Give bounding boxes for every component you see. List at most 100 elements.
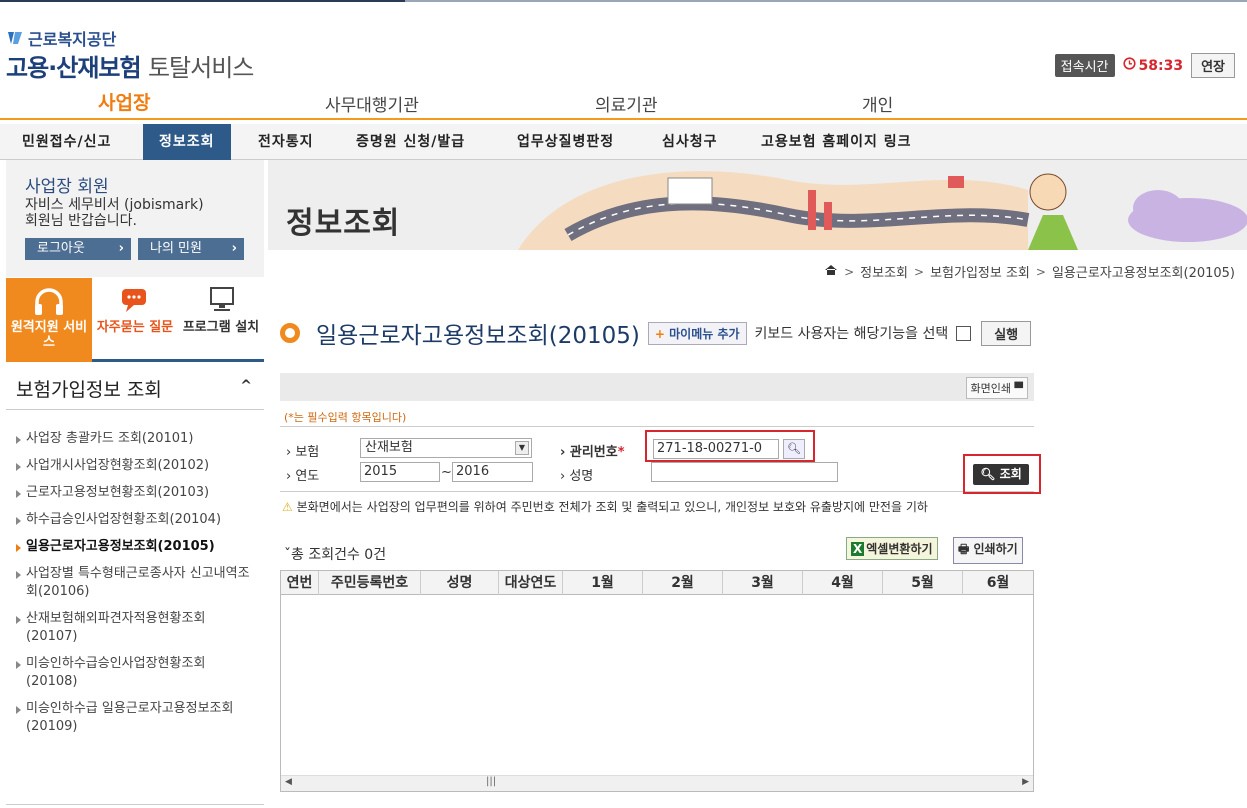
- breadcrumb-item-3: 일용근로자고용정보조회(20105): [1051, 266, 1235, 281]
- extend-button[interactable]: 연장: [1191, 53, 1235, 78]
- nav-review-request[interactable]: 심사청구: [662, 124, 718, 160]
- remote-support-label: 원격지원 서비스: [10, 320, 88, 350]
- computer-icon: [208, 286, 236, 318]
- scroll-right-icon[interactable]: ▶: [1022, 777, 1029, 787]
- year-to-input[interactable]: 2016: [452, 462, 533, 482]
- mgmt-label-text: 관리번호: [569, 445, 618, 460]
- plus-icon: +: [654, 326, 665, 341]
- service-title[interactable]: 고용·산재보험 토탈서비스: [6, 48, 254, 83]
- col-header-mar: 3월: [723, 571, 803, 595]
- sidebar-item-20105[interactable]: 일용근로자고용정보조회(20105): [16, 538, 256, 556]
- keyboard-checkbox[interactable]: [956, 325, 972, 341]
- col-header-jan: 1월: [563, 571, 643, 595]
- excel-export-label: 엑셀변환하기: [866, 542, 933, 556]
- breadcrumb: > 정보조회 > 보험가입정보 조회 > 일용근로자고용정보조회(20105): [824, 262, 1235, 281]
- main-nav: 민원접수/신고 정보조회 전자통지 증명원 신청/발급 업무상질병판정 심사청구…: [0, 124, 1247, 160]
- col-header-apr: 4월: [803, 571, 883, 595]
- col-header-feb: 2월: [643, 571, 723, 595]
- sidebar-item-20108[interactable]: 미승인하수급승인사업장현황조회(20108): [16, 655, 256, 691]
- print-label: 인쇄하기: [973, 542, 1018, 556]
- nav-civil-petition[interactable]: 민원접수/신고: [22, 124, 111, 160]
- sidebar-item-20106[interactable]: 사업장별 특수형태근로종사자 신고내역조회(20106): [16, 565, 256, 601]
- insurance-select-value: 산재보험: [365, 440, 413, 455]
- year-label-text: 연도: [295, 469, 320, 484]
- user-type-tabs: 사업장 사무대행기관 의료기관 개인: [0, 88, 1247, 120]
- nav-e-notice[interactable]: 전자통지: [258, 124, 314, 160]
- sidebar-section-header[interactable]: 보험가입정보 조회 ^: [6, 362, 264, 410]
- col-header-jun: 6월: [986, 575, 1010, 591]
- sidebar-divider: [6, 804, 264, 805]
- nav-occupational-disease[interactable]: 업무상질병판정: [517, 124, 614, 160]
- tab-agency[interactable]: 사무대행기관: [325, 91, 419, 116]
- program-install-label: 프로그램 설치: [182, 320, 260, 335]
- tab-personal[interactable]: 개인: [862, 91, 893, 116]
- logout-button[interactable]: 로그아웃 ›: [25, 238, 131, 260]
- breadcrumb-item-1[interactable]: 정보조회: [860, 262, 908, 281]
- nav-employment-link[interactable]: 고용보험 홈페이지 링크: [761, 124, 912, 160]
- col-header-name: 성명: [421, 571, 499, 595]
- faq-label: 자주묻는 질문: [96, 320, 174, 335]
- breadcrumb-item-2[interactable]: 보험가입정보 조회: [930, 262, 1030, 281]
- my-minwon-button[interactable]: 나의 민원 ›: [138, 238, 244, 260]
- nav-info-inquiry[interactable]: 정보조회: [143, 124, 231, 160]
- insurance-label-text: 보험: [295, 445, 320, 460]
- remote-support-button[interactable]: 원격지원 서비스: [6, 278, 92, 362]
- scroll-thumb[interactable]: |||: [486, 776, 496, 787]
- comwel-logo-icon: [6, 29, 24, 47]
- member-welcome: 회원님 반갑습니다.: [25, 213, 137, 229]
- dropdown-arrow-icon[interactable]: ▼: [515, 441, 529, 455]
- magnifier-icon: 🔍︎: [787, 442, 801, 455]
- print-button[interactable]: 🖶 인쇄하기: [953, 537, 1023, 564]
- sidebar-item-20107[interactable]: 산재보험해외파견자적용현황조회(20107): [16, 610, 256, 646]
- logout-label: 로그아웃: [37, 241, 85, 256]
- privacy-warning-text: 본화면에서는 사업장의 업무편의를 위하여 주민번호 전체가 조회 및 출력되고…: [296, 500, 928, 514]
- clock-icon: [1122, 57, 1136, 74]
- result-grid: 연번 주민등록번호 성명 대상연도 1월 2월 3월 4월 5월 6월 ◀ ||…: [280, 570, 1034, 792]
- mgmt-label: › 관리번호*: [560, 445, 625, 460]
- panel-toolbar: 화면인쇄 ▀: [280, 373, 1034, 401]
- session-label: 접속시간: [1054, 54, 1115, 77]
- horizontal-scrollbar[interactable]: ◀ ||| ▶: [281, 775, 1033, 791]
- keyboard-text: 키보드 사용자는 해당기능을 선택: [754, 326, 949, 342]
- sidebar-item-20101[interactable]: 사업장 총괄카드 조회(20101): [16, 430, 256, 448]
- chevron-up-icon: ^: [240, 378, 252, 394]
- sidebar-item-20104[interactable]: 하수급승인사업장현황조회(20104): [16, 511, 256, 529]
- run-button[interactable]: 실행: [981, 320, 1032, 346]
- program-install-button[interactable]: 프로그램 설치: [178, 278, 264, 362]
- mgmt-number-input[interactable]: 271-18-00271-0: [653, 439, 779, 459]
- sidebar-item-20109[interactable]: 미승인하수급 일용근로자고용정보조회(20109): [16, 700, 256, 736]
- insurance-select[interactable]: 산재보험 ▼: [360, 438, 532, 458]
- year-label: › 연도: [286, 469, 320, 484]
- title-bullet-icon: [280, 323, 300, 343]
- session-area: 접속시간 58:33 연장: [1054, 53, 1235, 78]
- my-minwon-label: 나의 민원: [150, 241, 202, 256]
- tab-medical[interactable]: 의료기관: [595, 91, 658, 116]
- print-screen-label: 화면인쇄: [970, 382, 1012, 395]
- service-main: 고용·산재보험: [6, 54, 142, 82]
- search-button[interactable]: 🔍︎ 조회: [973, 464, 1029, 485]
- sidebar-item-20102[interactable]: 사업개시사업장현황조회(20102): [16, 457, 256, 475]
- home-icon[interactable]: [824, 264, 838, 280]
- year-from-input[interactable]: 2015: [360, 462, 440, 482]
- print-screen-button[interactable]: 화면인쇄 ▀: [965, 377, 1028, 399]
- org-logo[interactable]: 근로복지공단: [6, 26, 116, 50]
- name-label: › 성명: [560, 469, 594, 484]
- tab-business[interactable]: 사업장: [98, 88, 150, 115]
- insurance-label: › 보험: [286, 445, 320, 460]
- privacy-warning: ⚠ 본화면에서는 사업장의 업무편의를 위하여 주민번호 전체가 조회 및 출력…: [282, 498, 1034, 515]
- magnifier-icon: 🔍︎: [980, 467, 996, 481]
- add-mymenu-button[interactable]: + 마이메뉴 추가: [647, 321, 747, 345]
- nav-certificate[interactable]: 증명원 신청/발급: [356, 124, 465, 160]
- mgmt-search-button[interactable]: 🔍︎: [783, 439, 805, 459]
- timer-value: 58:33: [1138, 57, 1184, 74]
- excel-export-button[interactable]: X 엑셀변환하기: [846, 537, 938, 560]
- sidebar-item-20103[interactable]: 근로자고용정보현황조회(20103): [16, 484, 256, 502]
- warning-icon: ⚠: [282, 500, 293, 514]
- sidebar-menu: 사업장 총괄카드 조회(20101) 사업개시사업장현황조회(20102) 근로…: [16, 430, 256, 745]
- scroll-left-icon[interactable]: ◀: [285, 777, 292, 787]
- search-button-label: 조회: [999, 467, 1022, 481]
- section-banner: 정보조회: [268, 160, 1247, 250]
- faq-button[interactable]: 자주묻는 질문: [92, 278, 178, 362]
- name-input[interactable]: [651, 462, 838, 482]
- sidebar-title: 보험가입정보 조회: [16, 379, 162, 401]
